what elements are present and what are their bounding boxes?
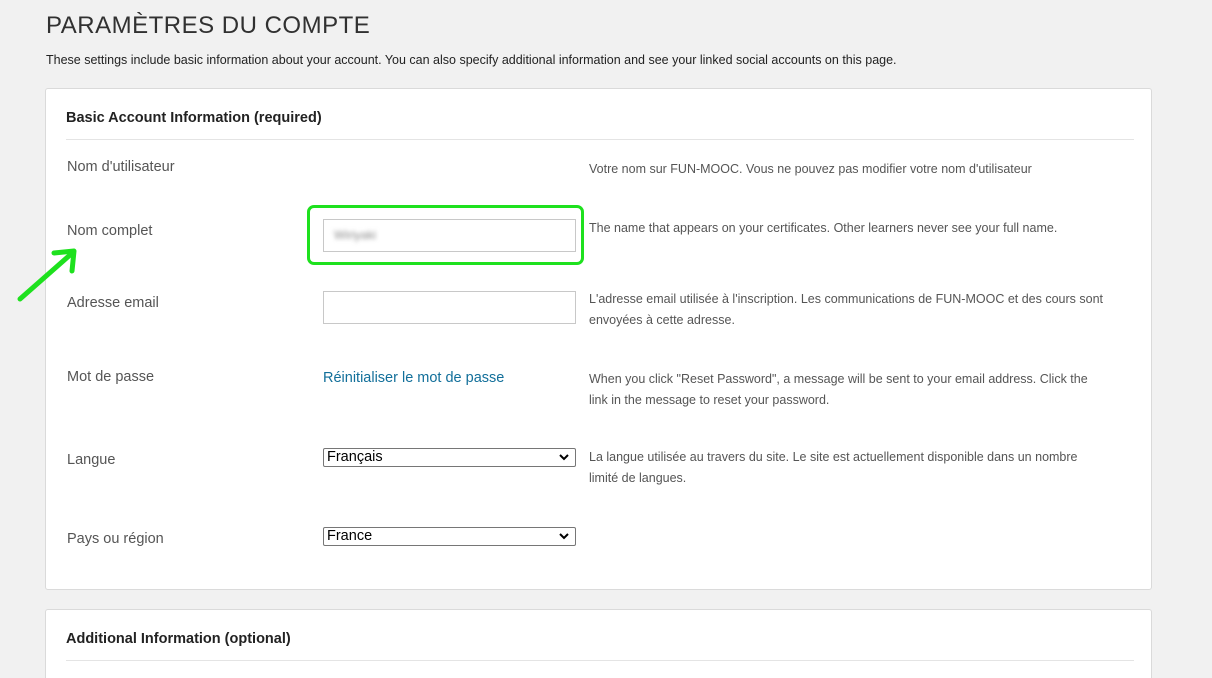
chevron-down-icon xyxy=(559,533,569,540)
arrow-icon xyxy=(17,248,77,302)
reset-password-link[interactable]: Réinitialiser le mot de passe xyxy=(323,370,504,386)
chevron-down-icon xyxy=(559,454,569,461)
country-select[interactable]: France xyxy=(323,527,576,546)
password-label: Mot de passe xyxy=(67,369,155,385)
additional-info-title: Additional Information (optional) xyxy=(66,631,291,647)
country-selected: France xyxy=(327,528,373,544)
account-settings-page: PARAMÈTRES DU COMPTE These settings incl… xyxy=(0,0,1212,678)
language-select[interactable]: Français xyxy=(323,448,576,467)
page-title: PARAMÈTRES DU COMPTE xyxy=(46,12,371,39)
section-divider xyxy=(66,139,1134,140)
username-label: Nom d'utilisateur xyxy=(67,159,175,175)
country-label: Pays ou région xyxy=(67,531,164,547)
page-intro: These settings include basic information… xyxy=(46,53,897,67)
basic-info-section: Basic Account Information (required) Nom… xyxy=(45,88,1152,590)
fullname-help: The name that appears on your certificat… xyxy=(589,221,1058,235)
language-label: Langue xyxy=(67,452,116,468)
email-help: L'adresse email utilisée à l'inscription… xyxy=(589,292,1104,327)
fullname-highlight-box xyxy=(307,205,584,265)
language-help: La langue utilisée au travers du site. L… xyxy=(589,450,1078,485)
additional-info-section: Additional Information (optional) xyxy=(45,609,1152,678)
section-divider xyxy=(66,660,1134,661)
password-help: When you click "Reset Password", a messa… xyxy=(589,372,1088,407)
username-help: Votre nom sur FUN-MOOC. Vous ne pouvez p… xyxy=(589,162,1032,176)
fullname-label: Nom complet xyxy=(67,223,153,239)
email-input[interactable] xyxy=(323,291,576,324)
basic-info-title: Basic Account Information (required) xyxy=(66,110,322,126)
language-selected: Français xyxy=(327,449,383,465)
